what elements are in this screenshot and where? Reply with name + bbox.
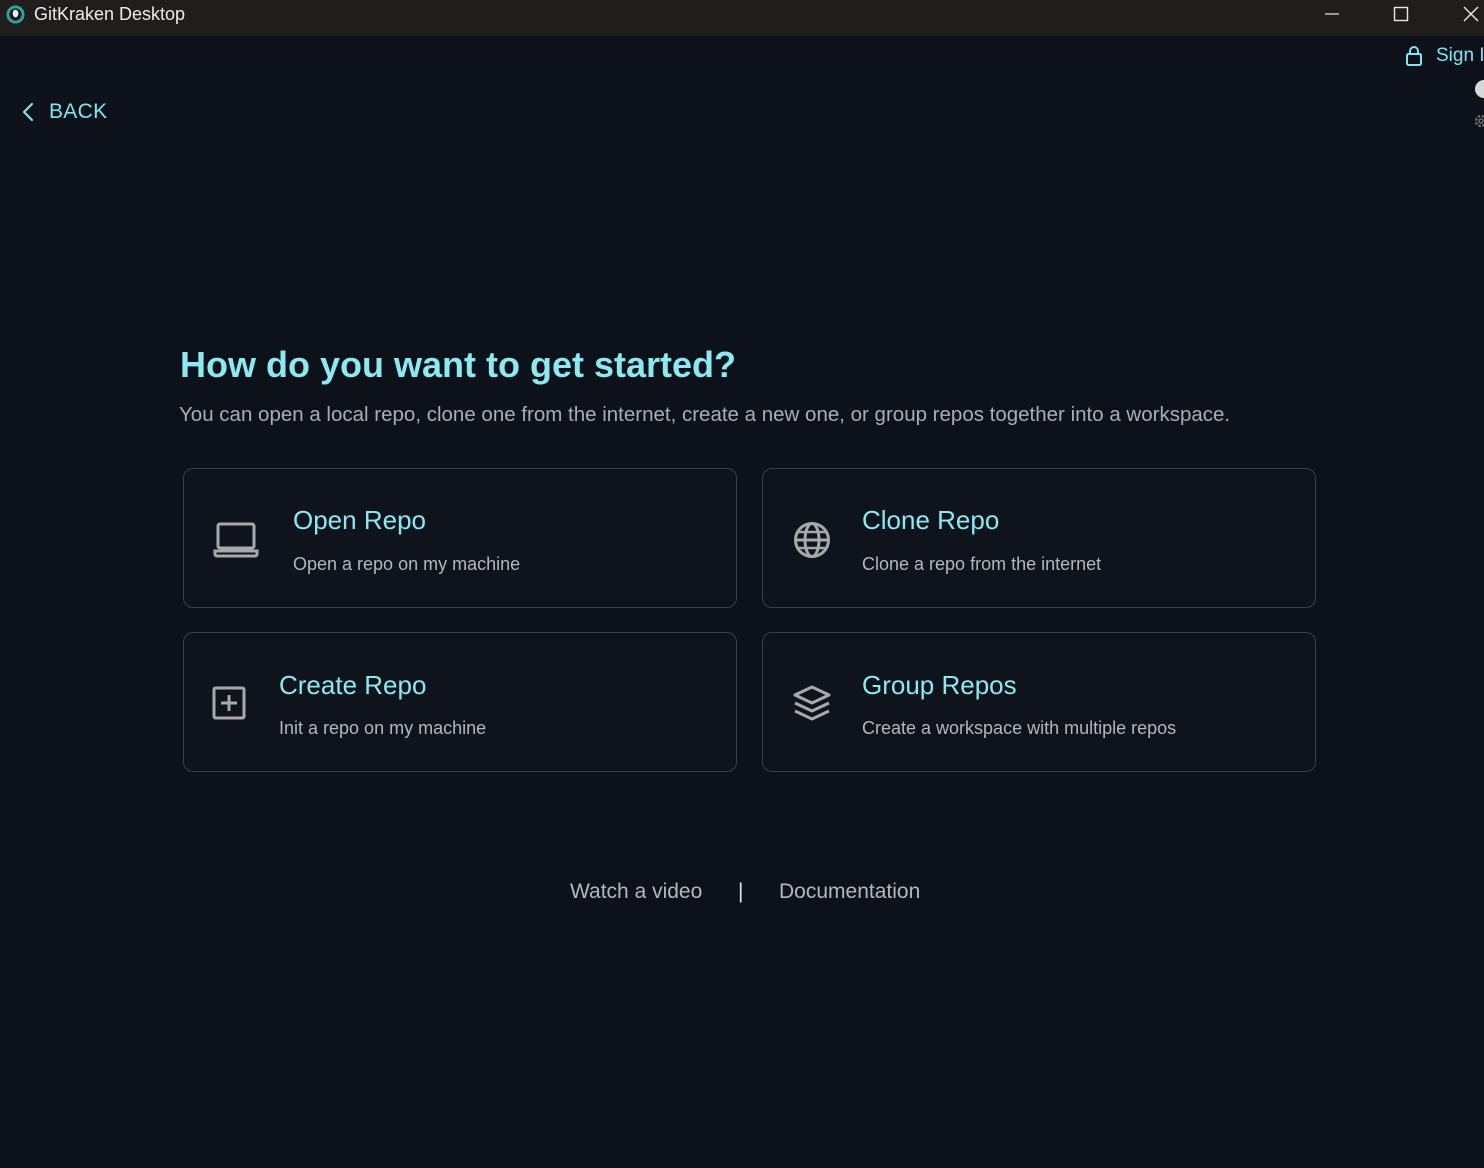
gitkraken-logo-icon bbox=[6, 5, 25, 24]
globe-icon bbox=[794, 522, 830, 558]
title-bar: GitKraken Desktop bbox=[0, 0, 1484, 36]
minimize-button[interactable] bbox=[1309, 0, 1355, 28]
create-repo-title: Create Repo bbox=[279, 670, 427, 700]
group-repos-title: Group Repos bbox=[862, 670, 1017, 700]
page-subtitle: You can open a local repo, clone one fro… bbox=[179, 403, 1231, 426]
open-repo-card[interactable]: Open Repo Open a repo on my machine bbox=[183, 468, 737, 608]
create-repo-description: Init a repo on my machine bbox=[279, 718, 487, 738]
watch-video-link[interactable]: Watch a video bbox=[570, 880, 702, 904]
footer-links: Watch a video | Documentation bbox=[0, 880, 1484, 910]
clone-repo-card[interactable]: Clone Repo Clone a repo from the interne… bbox=[762, 468, 1316, 608]
open-repo-title: Open Repo bbox=[293, 505, 426, 535]
laptop-icon bbox=[213, 522, 259, 558]
app-title: GitKraken Desktop bbox=[34, 4, 186, 24]
theme-toggle-icon[interactable] bbox=[1475, 80, 1484, 98]
link-separator: | bbox=[738, 880, 744, 903]
gear-icon[interactable] bbox=[1472, 112, 1484, 130]
group-repos-card[interactable]: Group Repos Create a workspace with mult… bbox=[762, 632, 1316, 772]
close-icon bbox=[1463, 6, 1479, 22]
back-label: BACK bbox=[49, 100, 108, 123]
sign-in-label: Sign I bbox=[1436, 45, 1484, 66]
create-repo-card[interactable]: Create Repo Init a repo on my machine bbox=[183, 632, 737, 772]
clone-repo-title: Clone Repo bbox=[862, 505, 1000, 535]
lock-icon bbox=[1406, 46, 1422, 66]
maximize-button[interactable] bbox=[1378, 0, 1424, 28]
plus-square-icon bbox=[212, 686, 246, 720]
documentation-link[interactable]: Documentation bbox=[779, 880, 920, 904]
group-repos-description: Create a workspace with multiple repos bbox=[862, 718, 1177, 738]
minimize-icon bbox=[1325, 13, 1339, 15]
open-repo-description: Open a repo on my machine bbox=[293, 554, 521, 574]
close-button[interactable] bbox=[1448, 0, 1484, 28]
layers-icon bbox=[793, 685, 831, 721]
maximize-icon bbox=[1393, 6, 1409, 22]
clone-repo-description: Clone a repo from the internet bbox=[862, 554, 1102, 574]
sign-in-button[interactable]: Sign I bbox=[1404, 44, 1484, 68]
chevron-left-icon bbox=[22, 102, 34, 122]
page-title: How do you want to get started? bbox=[180, 344, 736, 385]
back-button[interactable]: BACK bbox=[20, 98, 107, 126]
